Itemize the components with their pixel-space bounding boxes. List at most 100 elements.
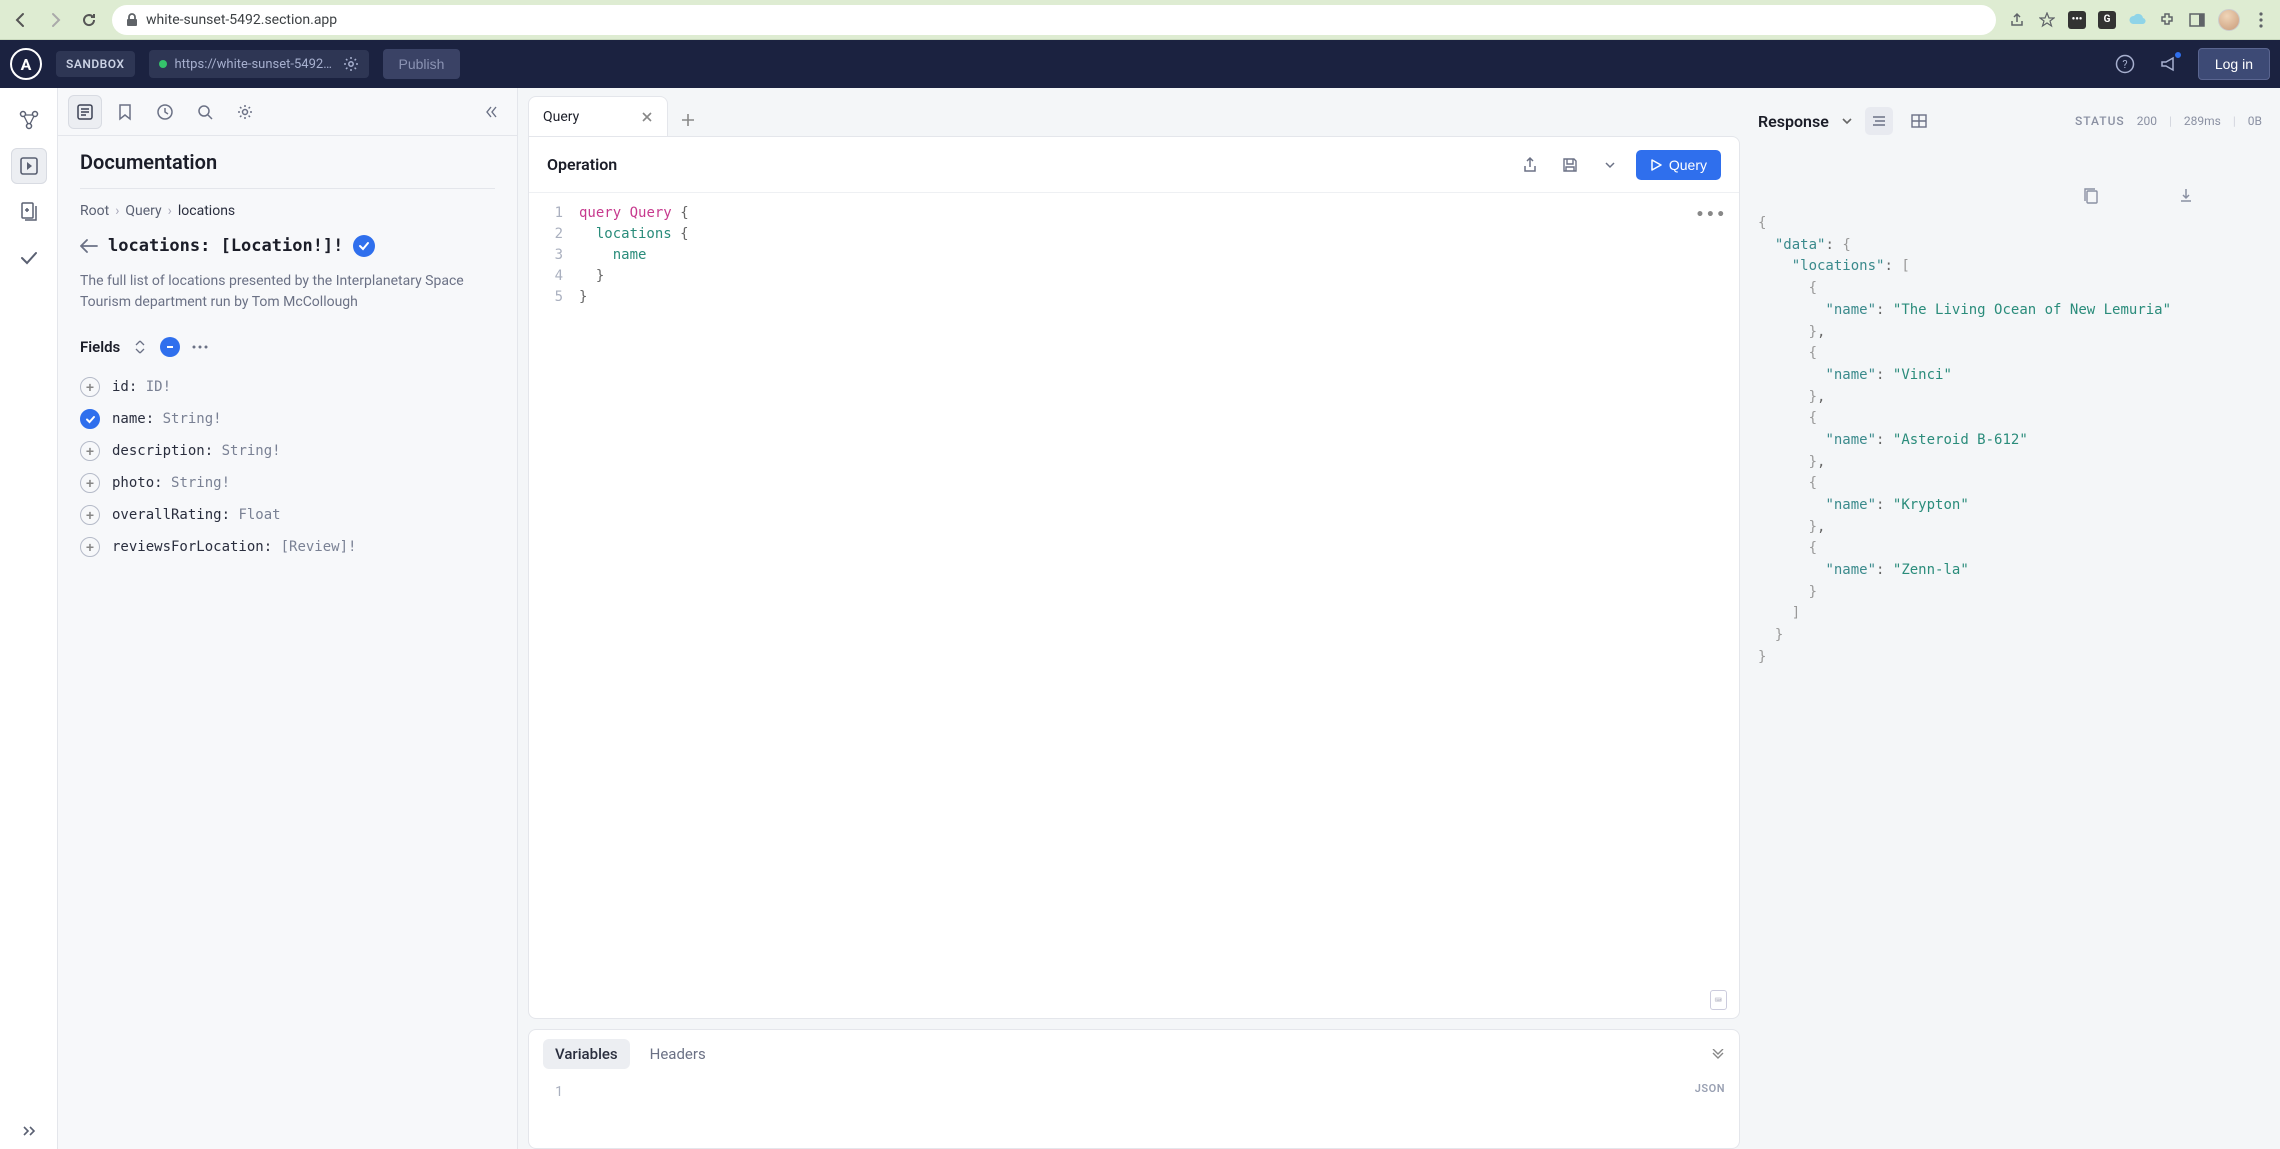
collapse-panel-icon[interactable]: [473, 95, 507, 129]
cloud-icon[interactable]: [2128, 11, 2146, 29]
app-top-bar: A SANDBOX https://white-sunset-5492.sec …: [0, 40, 2280, 88]
type-selected-icon[interactable]: [353, 235, 375, 257]
field-signature: reviewsForLocation: [Review]!: [112, 539, 356, 555]
field-check-icon[interactable]: [80, 409, 100, 429]
field-add-icon[interactable]: [80, 441, 100, 461]
field-row[interactable]: reviewsForLocation: [Review]!: [80, 531, 495, 563]
breadcrumb: Root › Query › locations: [80, 203, 495, 219]
browser-menu-icon[interactable]: [2252, 11, 2270, 29]
fields-sort-icon[interactable]: [130, 337, 150, 357]
field-signature: id: ID!: [112, 379, 171, 395]
field-row[interactable]: name: String!: [80, 403, 495, 435]
field-row[interactable]: id: ID!: [80, 371, 495, 403]
headers-tab[interactable]: Headers: [638, 1039, 718, 1069]
keyboard-icon[interactable]: ⌨: [1710, 990, 1727, 1010]
help-icon[interactable]: ?: [2110, 49, 2140, 79]
response-dropdown-icon[interactable]: [1841, 117, 1853, 125]
editor-more-icon[interactable]: •••: [1696, 205, 1727, 226]
notification-dot-icon: [2174, 51, 2182, 59]
type-signature: locations: [Location!]!: [108, 236, 343, 256]
run-label: Query: [1669, 157, 1707, 173]
svg-text:?: ?: [2122, 58, 2127, 71]
operation-tab[interactable]: Query: [528, 96, 668, 136]
response-title: Response: [1758, 112, 1829, 131]
operation-title: Operation: [547, 155, 617, 174]
rail-schema-icon[interactable]: [11, 102, 47, 138]
tab-label: Query: [543, 109, 579, 125]
extension-icon[interactable]: •••: [2068, 11, 2086, 29]
bookmark-icon[interactable]: [108, 95, 142, 129]
grammarly-icon[interactable]: G: [2098, 11, 2116, 29]
response-body[interactable]: { "data": { "locations": [ { "name": "Th…: [1752, 144, 2268, 1139]
address-text: white-sunset-5492.section.app: [146, 12, 337, 28]
share-operation-icon[interactable]: [1516, 151, 1544, 179]
copy-response-icon[interactable]: [2083, 144, 2167, 249]
sandbox-badge: SANDBOX: [56, 51, 135, 77]
run-query-button[interactable]: Query: [1636, 150, 1721, 180]
field-add-icon[interactable]: [80, 377, 100, 397]
response-json-view-icon[interactable]: [1865, 107, 1893, 135]
login-button[interactable]: Log in: [2198, 48, 2270, 80]
response-status: STATUS 200 | 289ms | 0B: [2075, 114, 2262, 128]
divider: [80, 188, 495, 189]
tab-close-icon[interactable]: [641, 111, 653, 123]
operation-panel: Query Operation: [518, 88, 1750, 1149]
field-row[interactable]: overallRating: Float: [80, 499, 495, 531]
field-row[interactable]: photo: String!: [80, 467, 495, 499]
panel-icon[interactable]: [2188, 11, 2206, 29]
history-icon[interactable]: [148, 95, 182, 129]
sandbox-url-box[interactable]: https://white-sunset-5492.sec: [149, 50, 369, 78]
fields-label: Fields: [80, 338, 120, 356]
field-row[interactable]: description: String!: [80, 435, 495, 467]
variables-tab[interactable]: Variables: [543, 1039, 630, 1069]
app-logo[interactable]: A: [10, 48, 42, 80]
download-response-icon[interactable]: [2178, 144, 2262, 249]
fields-more-icon[interactable]: [190, 337, 210, 357]
doc-title: Documentation: [80, 150, 495, 174]
sandbox-settings-icon[interactable]: [343, 56, 359, 72]
rail-checks-icon[interactable]: [11, 240, 47, 276]
extensions-icon[interactable]: [2158, 11, 2176, 29]
address-bar[interactable]: white-sunset-5492.section.app: [112, 5, 1996, 35]
response-table-view-icon[interactable]: [1905, 107, 1933, 135]
vars-collapse-icon[interactable]: [1711, 1049, 1725, 1059]
rail-expand-icon[interactable]: [11, 1113, 47, 1149]
field-add-icon[interactable]: [80, 537, 100, 557]
publish-button[interactable]: Publish: [383, 49, 461, 79]
variables-editor[interactable]: 1 JSON: [529, 1078, 1739, 1148]
left-rail: [0, 88, 58, 1149]
tab-add-button[interactable]: [672, 104, 704, 136]
vars-format-badge: JSON: [1695, 1082, 1725, 1095]
response-panel: Response STATUS 200 | 289ms | 0B: [1750, 88, 2280, 1149]
doc-back-button[interactable]: [80, 239, 98, 253]
browser-chrome: white-sunset-5492.section.app ••• G: [0, 0, 2280, 40]
crumb-query[interactable]: Query: [125, 203, 161, 219]
save-dropdown-icon[interactable]: [1596, 151, 1624, 179]
lock-icon: [126, 13, 138, 27]
status-dot-icon: [159, 60, 167, 68]
profile-avatar[interactable]: [2218, 9, 2240, 31]
crumb-root[interactable]: Root: [80, 203, 109, 219]
browser-reload-button[interactable]: [78, 9, 100, 31]
browser-forward-button[interactable]: [44, 9, 66, 31]
megaphone-icon[interactable]: [2154, 49, 2184, 79]
browser-back-button[interactable]: [10, 9, 32, 31]
rail-diff-icon[interactable]: [11, 194, 47, 230]
sandbox-url-text: https://white-sunset-5492.sec: [175, 57, 335, 72]
settings-icon[interactable]: [228, 95, 262, 129]
save-operation-icon[interactable]: [1556, 151, 1584, 179]
share-icon[interactable]: [2008, 11, 2026, 29]
fields-collapse-icon[interactable]: [160, 337, 180, 357]
operation-editor[interactable]: 12345 query Query { locations { name } }…: [529, 193, 1739, 1018]
field-add-icon[interactable]: [80, 505, 100, 525]
search-icon[interactable]: [188, 95, 222, 129]
doc-view-icon[interactable]: [68, 95, 102, 129]
field-add-icon[interactable]: [80, 473, 100, 493]
field-signature: name: String!: [112, 411, 222, 427]
type-description: The full list of locations presented by …: [80, 271, 495, 313]
field-signature: description: String!: [112, 443, 281, 459]
star-icon[interactable]: [2038, 11, 2056, 29]
rail-explorer-icon[interactable]: [11, 148, 47, 184]
field-signature: overallRating: Float: [112, 507, 281, 523]
documentation-panel: Documentation Root › Query › locations l…: [58, 88, 518, 1149]
